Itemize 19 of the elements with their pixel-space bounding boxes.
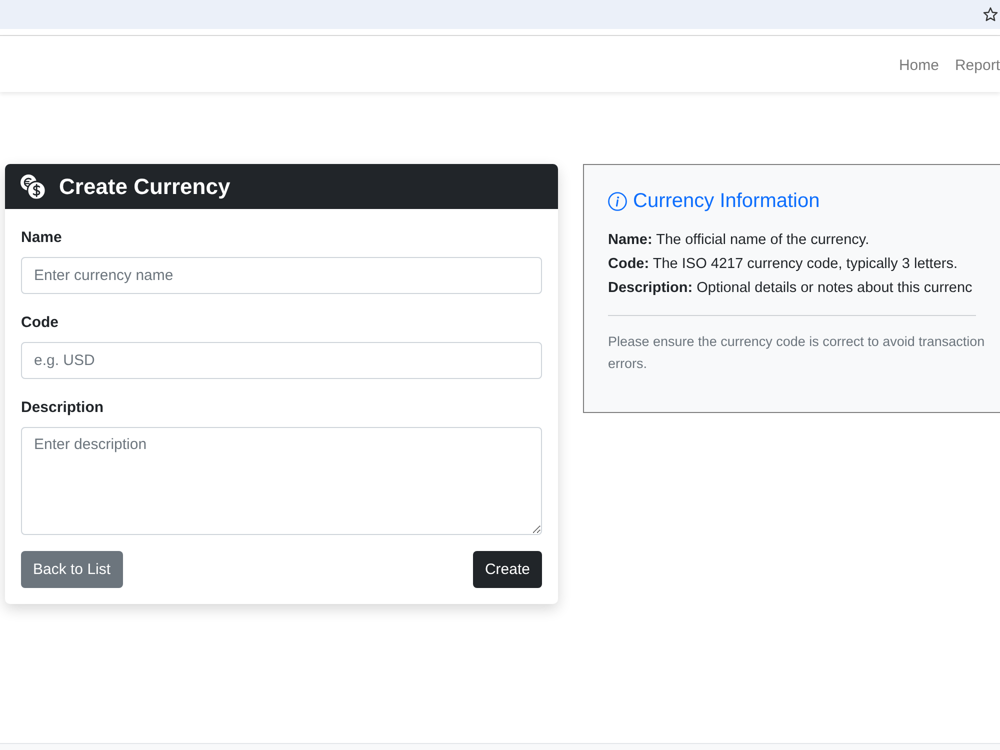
field-label: Description xyxy=(21,398,105,418)
nav-link[interactable]: Home xyxy=(898,56,939,74)
info-text: Description: Optional details or notes about this currenc xyxy=(608,279,974,298)
note-text: Please ensure the currency code is correct to avoid transaction errors. xyxy=(608,333,986,373)
create-button[interactable]: Create xyxy=(472,551,542,588)
input-field[interactable]: Enter currency name xyxy=(21,257,542,294)
card-title: Create Currency xyxy=(59,174,230,200)
star-icon[interactable] xyxy=(983,7,998,22)
field-label: Code xyxy=(21,313,60,333)
textarea-field[interactable]: Enter description xyxy=(21,427,542,535)
info-icon xyxy=(608,192,627,210)
field-label: Name xyxy=(21,228,63,248)
coins-icon xyxy=(20,174,46,200)
nav-link[interactable]: Report xyxy=(954,56,1000,74)
input-field[interactable]: e.g. USD xyxy=(21,342,542,379)
panel-title: Currency Information xyxy=(633,190,820,212)
info-text: Code: The ISO 4217 currency code, typically 3 letters. xyxy=(608,255,959,274)
back-button[interactable]: Back to List xyxy=(21,551,123,588)
info-text: Name: The official name of the currency. xyxy=(608,231,870,250)
